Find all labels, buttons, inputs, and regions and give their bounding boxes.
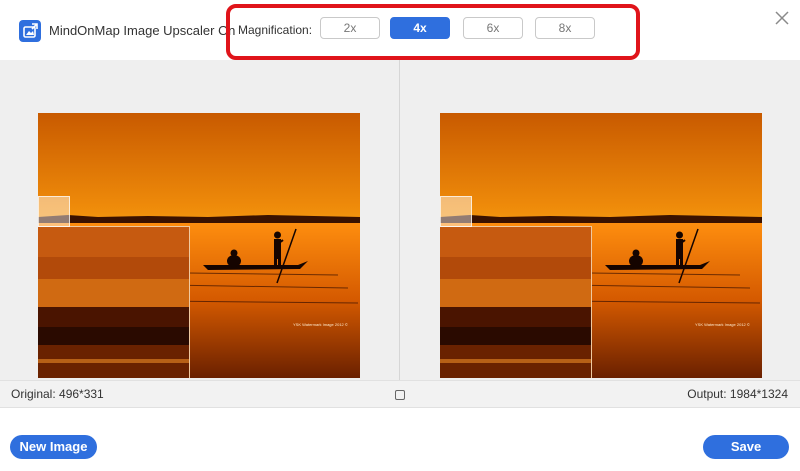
- magnification-2x-button[interactable]: 2x: [320, 17, 380, 39]
- close-icon[interactable]: [773, 9, 791, 27]
- zoom-lens[interactable]: [38, 196, 70, 227]
- magnification-4x-button[interactable]: 4x: [390, 17, 450, 39]
- original-size-label: Original: 496*331: [11, 387, 104, 401]
- image-upscaler-app-icon: [19, 20, 41, 42]
- dialog-header: MindOnMap Image Upscaler Online Magnific…: [0, 0, 800, 60]
- original-image-pane[interactable]: [38, 113, 360, 378]
- preview-area: [0, 60, 800, 380]
- pane-divider: [399, 60, 400, 380]
- magnification-6x-button[interactable]: 6x: [463, 17, 523, 39]
- app-title: MindOnMap Image Upscaler Online: [49, 23, 256, 38]
- compare-toggle-icon[interactable]: [395, 390, 405, 400]
- size-info-bar: Original: 496*331 Output: 1984*1324: [0, 380, 800, 408]
- new-image-button[interactable]: New Image: [10, 435, 97, 459]
- save-button[interactable]: Save: [703, 435, 789, 459]
- output-image-pane[interactable]: [440, 113, 762, 378]
- output-size-label: Output: 1984*1324: [687, 387, 788, 401]
- upscaler-dialog: MindOnMap Image Upscaler Online Magnific…: [0, 0, 800, 471]
- magnification-label: Magnification:: [236, 23, 313, 37]
- output-zoom-lens[interactable]: [440, 196, 472, 227]
- original-zoom-view: [38, 226, 190, 378]
- magnification-8x-button[interactable]: 8x: [535, 17, 595, 39]
- output-zoom-view: [440, 226, 592, 378]
